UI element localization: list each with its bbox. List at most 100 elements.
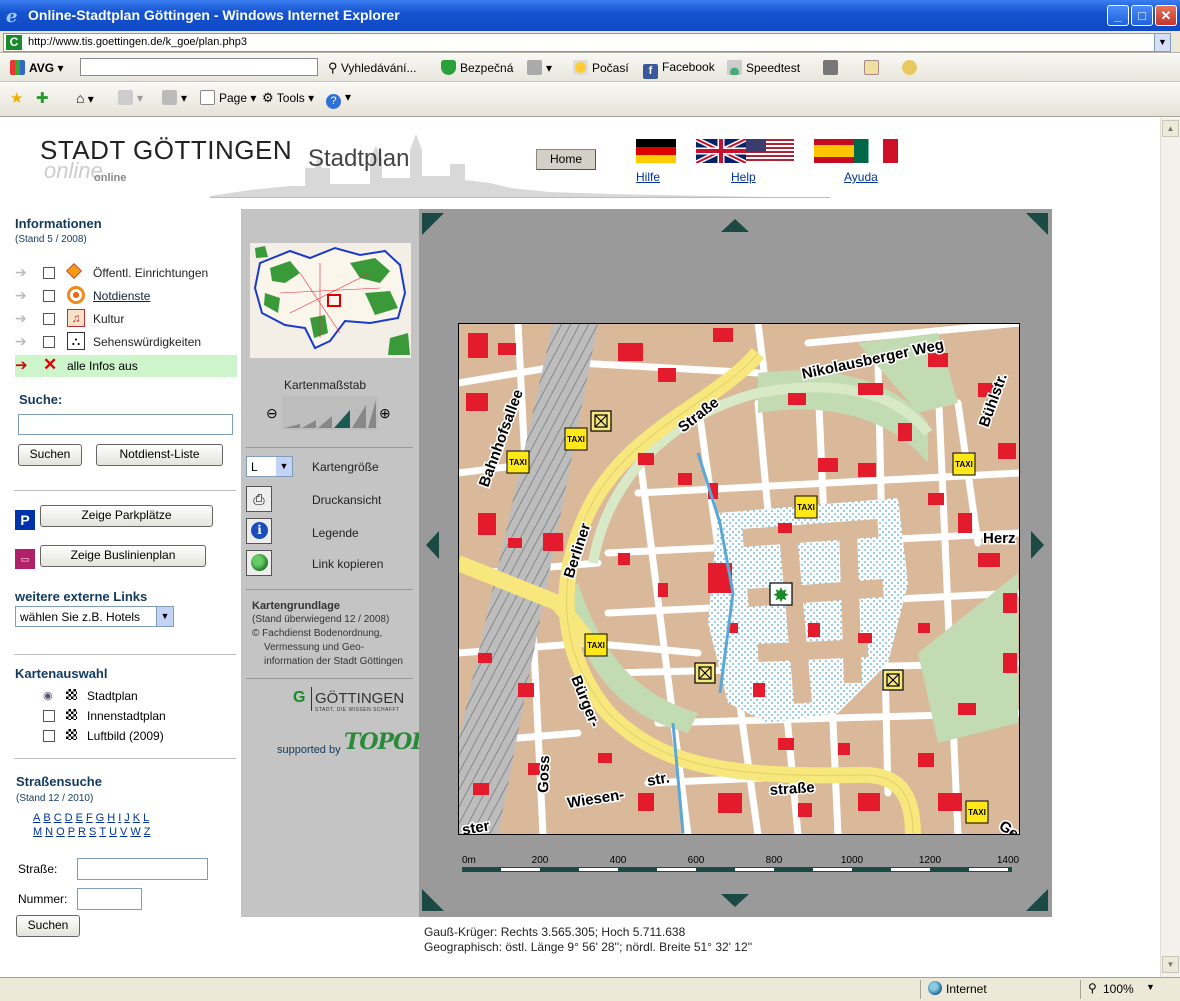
alphabet-link[interactable]: G [96,812,105,824]
pan-northwest-arrow[interactable] [422,213,444,235]
print-button[interactable]: ▾ [162,90,187,105]
info-item-label[interactable]: Öffentl. Einrichtungen [93,266,208,280]
copy-link-label[interactable]: Link kopieren [312,557,383,571]
zoom-scale-slider[interactable] [282,396,378,430]
avg-button[interactable]: AVG ▾ [10,60,63,75]
trash-button[interactable]: ▾ [527,60,552,75]
map-size-select[interactable]: L ▼ [246,456,293,477]
eye-icon[interactable]: ◉ [43,689,53,702]
weather-button[interactable]: Počasí [573,60,629,75]
alphabet-link[interactable]: T [99,826,106,838]
pan-north-arrow[interactable] [721,219,749,232]
street-search-button[interactable]: Suchen [16,915,80,937]
help-link-de[interactable]: Hilfe [636,170,660,184]
uk-flag-icon[interactable] [696,139,746,163]
checkbox[interactable] [43,290,55,302]
alphabet-link[interactable]: D [65,812,73,824]
alphabet-link[interactable]: O [56,826,65,838]
pan-southwest-arrow[interactable] [422,889,444,911]
print-view-label[interactable]: Druckansicht [312,493,381,507]
number-input[interactable] [77,888,142,910]
pan-west-arrow[interactable] [426,531,439,559]
spanish-flag-icon[interactable] [814,139,854,163]
avg-search-input[interactable] [80,58,318,76]
info-item-label[interactable]: Sehenswürdigkeiten [93,335,201,349]
page-menu[interactable]: Page ▾ [200,90,256,105]
notdienst-list-button[interactable]: Notdienst-Liste [96,444,223,466]
mexican-flag-icon[interactable] [854,139,898,163]
add-favorites-icon[interactable]: ✚ [36,89,49,107]
map-option-label[interactable]: Stadtplan [87,689,138,703]
chevron-down-icon[interactable]: ▼ [1154,34,1170,51]
safe-button[interactable]: Bezpečná [441,60,513,75]
external-links-select[interactable]: wählen Sie z.B. Hotels ▼ [15,606,174,627]
pan-south-arrow[interactable] [721,894,749,907]
globe-icon[interactable] [246,550,272,576]
alphabet-link[interactable]: M [33,826,42,838]
avg-settings-icon[interactable] [902,60,921,75]
alphabet-link[interactable]: P [68,826,75,838]
search-input[interactable] [18,414,233,435]
favorites-star-icon[interactable]: ★ [10,89,23,107]
map-option-label[interactable]: Luftbild (2009) [87,729,164,743]
info-item-label[interactable]: Notdienste [93,289,150,303]
help-link-en[interactable]: Help [731,170,756,184]
alphabet-link[interactable]: F [86,812,93,824]
alphabet-link[interactable]: A [33,812,40,824]
maximize-button[interactable]: □ [1131,5,1153,26]
checkbox[interactable] [43,267,55,279]
pan-east-arrow[interactable] [1031,531,1044,559]
facebook-button[interactable]: f Facebook [643,60,715,79]
map-option-label[interactable]: Innenstadtplan [87,709,166,723]
alphabet-link[interactable]: I [118,812,121,824]
alphabet-link[interactable]: U [109,826,117,838]
checkbox[interactable] [43,336,55,348]
alphabet-link[interactable]: V [120,826,127,838]
help-menu[interactable]: ? ▾ [326,90,351,109]
chevron-down-icon[interactable]: ▼ [1146,982,1155,992]
alphabet-link[interactable]: S [89,826,96,838]
show-bus-plan-button[interactable]: Zeige Buslinienplan [40,545,206,567]
avg-search-button[interactable]: ⚲ Vyhledávání... [328,60,416,76]
home-button[interactable]: ⌂ ▾ [76,90,94,106]
vertical-scrollbar[interactable]: ▲ ▼ [1160,118,1180,977]
speedtest-button[interactable]: Speedtest [727,60,800,75]
tools-menu[interactable]: ⚙ Tools ▾ [262,90,314,106]
home-button[interactable]: Home [536,149,596,170]
pan-southeast-arrow[interactable] [1026,889,1048,911]
notepad-icon[interactable] [864,60,883,75]
alphabet-link[interactable]: J [124,812,130,824]
close-button[interactable]: ✕ [1155,5,1177,26]
overview-map[interactable] [250,243,411,358]
scroll-down-icon[interactable]: ▼ [1162,956,1179,973]
city-map[interactable]: Nikolausberger Weg Bühlstr. Bahnhofsalle… [458,323,1020,835]
alphabet-link[interactable]: K [133,812,140,824]
url-field[interactable]: C http://www.tis.goettingen.de/k_goe/pla… [3,33,1171,52]
zoom-level[interactable]: 100% [1103,982,1134,996]
street-input[interactable] [77,858,208,880]
alphabet-link[interactable]: L [143,812,149,824]
alphabet-link[interactable]: W [130,826,140,838]
help-link-es[interactable]: Ayuda [844,170,878,184]
show-parking-button[interactable]: Zeige Parkplätze [40,505,213,527]
checkbox[interactable] [43,710,55,722]
legend-label[interactable]: Legende [312,526,359,540]
calculator-icon[interactable] [823,60,842,75]
alphabet-link[interactable]: E [76,812,83,824]
feeds-button[interactable]: ▾ [118,90,143,105]
zoom-magnifier-icon[interactable]: ⚲ [1088,981,1097,995]
info-item-label[interactable]: Kultur [93,312,124,326]
checkbox[interactable] [43,313,55,325]
zoom-in-icon[interactable]: ⊕ [379,405,391,422]
alphabet-link[interactable]: N [45,826,53,838]
pan-northeast-arrow[interactable] [1026,213,1048,235]
all-infos-off-row[interactable]: ➔ ✕ alle Infos aus [15,355,237,377]
checkbox[interactable] [43,730,55,742]
minimize-button[interactable]: _ [1107,5,1129,26]
german-flag-icon[interactable] [636,139,676,163]
alphabet-link[interactable]: B [43,812,50,824]
scroll-up-icon[interactable]: ▲ [1162,120,1179,137]
search-button[interactable]: Suchen [18,444,82,466]
alphabet-link[interactable]: C [54,812,62,824]
zoom-out-icon[interactable]: ⊖ [266,405,278,422]
